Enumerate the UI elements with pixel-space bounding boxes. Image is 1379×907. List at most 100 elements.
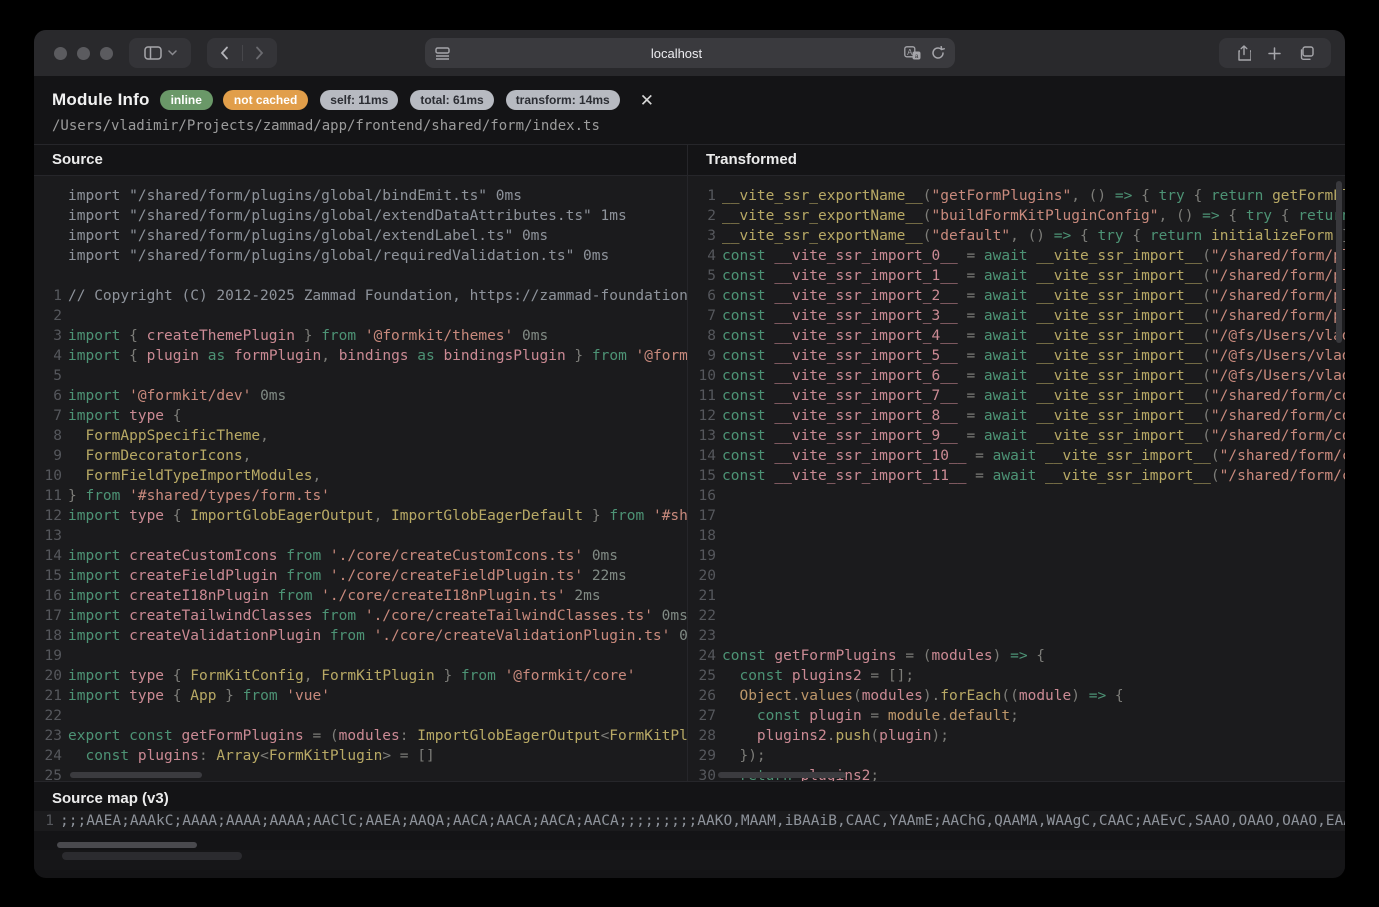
svg-text:A: A xyxy=(907,48,913,57)
forward-button[interactable] xyxy=(243,38,278,68)
code-line: 23export const getFormPlugins = (modules… xyxy=(34,726,687,746)
code-line: 25 const plugins2 = []; xyxy=(688,666,1345,686)
close-window-button[interactable] xyxy=(54,47,67,60)
source-code: import "/shared/form/plugins/global/bind… xyxy=(34,176,687,781)
back-button[interactable] xyxy=(207,38,242,68)
code-line: 8const __vite_ssr_import_4__ = await __v… xyxy=(688,326,1345,346)
code-line: 19 xyxy=(688,546,1345,566)
code-line: 8 FormAppSpecificTheme, xyxy=(34,426,687,446)
code-line: 2 xyxy=(34,306,687,326)
code-line: 15const __vite_ssr_import_11__ = await _… xyxy=(688,466,1345,486)
traffic-lights xyxy=(54,47,113,60)
close-icon[interactable]: ✕ xyxy=(640,92,654,109)
sourcemap-horizontal-scrollbar[interactable] xyxy=(57,842,197,848)
code-line: 16 xyxy=(688,486,1345,506)
history-nav xyxy=(207,38,277,68)
url-text: localhost xyxy=(450,46,904,61)
code-line: 21 xyxy=(688,586,1345,606)
code-line: 5 xyxy=(34,366,687,386)
module-info-header: Module Info inline not cached self: 11ms… xyxy=(34,76,1345,144)
code-line: 10const __vite_ssr_import_6__ = await __… xyxy=(688,366,1345,386)
code-line: 6import '@formkit/dev' 0ms xyxy=(34,386,687,406)
code-line: 12import type { ImportGlobEagerOutput, I… xyxy=(34,506,687,526)
code-line: 23 xyxy=(688,626,1345,646)
code-line: 12const __vite_ssr_import_8__ = await __… xyxy=(688,406,1345,426)
code-line: import "/shared/form/plugins/global/exte… xyxy=(34,226,687,246)
transformed-vertical-scrollbar[interactable] xyxy=(1336,181,1342,343)
tab-overview-button[interactable] xyxy=(1299,46,1314,60)
sourcemap-code: 1;;;AAEA;AAAkC;AAAA;AAAA;AAAA;AAClC;AAEA… xyxy=(34,811,1345,831)
code-panels: Source import "/shared/form/plugins/glob… xyxy=(34,144,1345,781)
new-tab-button[interactable] xyxy=(1268,47,1281,60)
inline-badge: inline xyxy=(160,90,213,110)
translate-icon[interactable]: Aa xyxy=(904,46,921,60)
code-line: 4import { plugin as formPlugin, bindings… xyxy=(34,346,687,366)
source-horizontal-scrollbar[interactable] xyxy=(70,772,202,778)
source-panel: Source import "/shared/form/plugins/glob… xyxy=(34,145,687,781)
sidebar-toggle-button[interactable] xyxy=(129,38,191,68)
minimize-window-button[interactable] xyxy=(77,47,90,60)
code-line: 14const __vite_ssr_import_10__ = await _… xyxy=(688,446,1345,466)
code-line: 3import { createThemePlugin } from '@for… xyxy=(34,326,687,346)
browser-toolbar: localhost Aa xyxy=(34,30,1345,76)
code-line: 6const __vite_ssr_import_2__ = await __v… xyxy=(688,286,1345,306)
code-line: 1__vite_ssr_exportName__("getFormPlugins… xyxy=(688,186,1345,206)
address-bar[interactable]: localhost Aa xyxy=(425,38,955,68)
code-line: 4const __vite_ssr_import_0__ = await __v… xyxy=(688,246,1345,266)
code-line: 15import createFieldPlugin from './core/… xyxy=(34,566,687,586)
code-line: import "/shared/form/plugins/global/requ… xyxy=(34,246,687,266)
page-title: Module Info xyxy=(52,90,150,110)
code-line xyxy=(34,266,687,286)
code-line: 27 const plugin = module.default; xyxy=(688,706,1345,726)
code-line: 1// Copyright (C) 2012-2025 Zammad Found… xyxy=(34,286,687,306)
code-line: 3__vite_ssr_exportName__("default", () =… xyxy=(688,226,1345,246)
code-line: 5const __vite_ssr_import_1__ = await __v… xyxy=(688,266,1345,286)
code-line: 17import createTailwindClasses from './c… xyxy=(34,606,687,626)
code-line: 14import createCustomIcons from './core/… xyxy=(34,546,687,566)
sidebar-icon xyxy=(144,46,162,60)
code-line: 22 xyxy=(34,706,687,726)
module-file-path: /Users/vladimir/Projects/zammad/app/fron… xyxy=(52,118,1329,134)
code-line: 13const __vite_ssr_import_9__ = await __… xyxy=(688,426,1345,446)
page-horizontal-scrollbar[interactable] xyxy=(62,852,242,860)
self-time-badge: self: 11ms xyxy=(320,90,398,110)
chevron-down-icon xyxy=(168,50,177,56)
code-line: 11} from '#shared/types/form.ts' xyxy=(34,486,687,506)
sourcemap-section: Source map (v3) 1;;;AAEA;AAAkC;AAAA;AAAA… xyxy=(34,781,1345,850)
code-line: 21import type { App } from 'vue' xyxy=(34,686,687,706)
total-time-badge: total: 61ms xyxy=(410,90,493,110)
code-line: 2__vite_ssr_exportName__("buildFormKitPl… xyxy=(688,206,1345,226)
share-button[interactable] xyxy=(1237,45,1251,61)
code-line: 13 xyxy=(34,526,687,546)
svg-text:a: a xyxy=(914,53,918,60)
code-line: 17 xyxy=(688,506,1345,526)
zoom-window-button[interactable] xyxy=(100,47,113,60)
sourcemap-title: Source map (v3) xyxy=(34,782,1345,811)
code-line: 7import type { xyxy=(34,406,687,426)
transformed-horizontal-scrollbar[interactable] xyxy=(718,772,846,778)
code-line: 19 xyxy=(34,646,687,666)
transformed-panel: Transformed 1__vite_ssr_exportName__("ge… xyxy=(688,145,1345,781)
code-line: 20 xyxy=(688,566,1345,586)
code-line: 22 xyxy=(688,606,1345,626)
not-cached-badge: not cached xyxy=(223,90,308,110)
transform-time-badge: transform: 14ms xyxy=(506,90,620,110)
code-line: 9const __vite_ssr_import_5__ = await __v… xyxy=(688,346,1345,366)
code-line: 28 plugins2.push(plugin); xyxy=(688,726,1345,746)
code-line: 11const __vite_ssr_import_7__ = await __… xyxy=(688,386,1345,406)
code-line: 26 Object.values(modules).forEach((modul… xyxy=(688,686,1345,706)
code-line: 24 const plugins: Array<FormKitPlugin> =… xyxy=(34,746,687,766)
source-panel-title: Source xyxy=(34,145,687,176)
reader-icon[interactable] xyxy=(435,47,450,60)
code-line: import "/shared/form/plugins/global/exte… xyxy=(34,206,687,226)
browser-window: localhost Aa Module Inf xyxy=(34,30,1345,878)
code-line: 10 FormFieldTypeImportModules, xyxy=(34,466,687,486)
transformed-panel-title: Transformed xyxy=(688,145,1345,176)
code-line: 18import createValidationPlugin from './… xyxy=(34,626,687,646)
code-line: 1;;;AAEA;AAAkC;AAAA;AAAA;AAAA;AAClC;AAEA… xyxy=(40,811,1345,831)
reload-icon[interactable] xyxy=(931,46,945,60)
code-line: 16import createI18nPlugin from './core/c… xyxy=(34,586,687,606)
code-line: 29 }); xyxy=(688,746,1345,766)
code-line: 24const getFormPlugins = (modules) => { xyxy=(688,646,1345,666)
code-line: 7const __vite_ssr_import_3__ = await __v… xyxy=(688,306,1345,326)
